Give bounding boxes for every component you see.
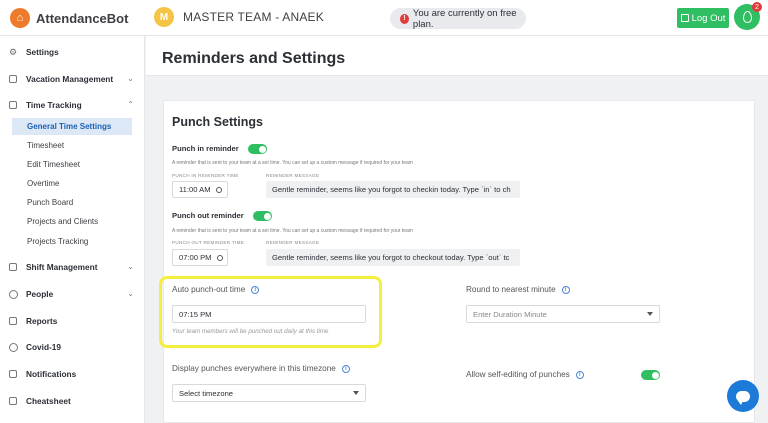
sidebar-item-label: People [26, 289, 54, 299]
info-icon[interactable]: i [561, 285, 570, 294]
notification-badge: 2 [752, 2, 762, 12]
punch-in-time-value: 11:00 AM [179, 185, 211, 194]
sidebar-item-label: Covid-19 [26, 342, 62, 352]
self-edit-label-text: Allow self-editing of punches [466, 370, 570, 379]
sidebar-subitem-overtime[interactable]: Overtime [12, 175, 132, 192]
top-bar: ⌂ AttendanceBot M MASTER TEAM - ANAEK ! … [0, 0, 768, 36]
punch-in-help: A reminder that is sent to your team at … [172, 160, 413, 166]
notifications-button[interactable]: 2 [734, 2, 762, 30]
sidebar-item-shift[interactable]: Shift Management ⌄ [8, 259, 138, 275]
sidebar-subitem-general-time-settings[interactable]: General Time Settings [12, 118, 132, 135]
sidebar-item-notifications[interactable]: Notifications [8, 366, 138, 382]
punch-out-time-caption: PUNCH OUT REMINDER TIME [172, 240, 245, 245]
sidebar-item-settings[interactable]: ⚙ Settings [8, 44, 138, 60]
sidebar-item-label: Cheatsheet [26, 396, 71, 406]
book-icon [8, 396, 18, 406]
chevron-down-icon: ⌄ [127, 74, 134, 83]
punch-in-time-caption: PUNCH IN REMINDER TIME [172, 173, 239, 178]
section-title: Punch Settings [172, 115, 263, 129]
page-title: Reminders and Settings [162, 50, 346, 67]
suitcase-icon [8, 74, 18, 84]
clock-icon [215, 186, 222, 193]
caret-down-icon [353, 391, 359, 395]
sidebar-subitem-edit-timesheet[interactable]: Edit Timesheet [12, 156, 132, 173]
self-edit-toggle[interactable] [641, 370, 660, 380]
chevron-up-icon: ⌃ [127, 100, 134, 109]
punch-out-time-input[interactable]: 07:00 PM [172, 249, 228, 266]
timezone-value: Select timezone [179, 388, 234, 398]
alert-icon: ! [400, 13, 409, 24]
calendar-icon [8, 100, 18, 110]
punch-out-help: A reminder that is sent to your team at … [172, 228, 413, 234]
punch-out-label: Punch out reminder [172, 211, 244, 220]
chevron-down-icon: ⌄ [127, 289, 134, 298]
punch-in-message-caption: REMINDER MESSAGE [266, 173, 320, 178]
gear-icon: ⚙ [8, 46, 18, 57]
sidebar-item-time-tracking[interactable]: Time Tracking ⌃ [8, 97, 138, 113]
round-minute-placeholder: Enter Duration Minute [473, 309, 547, 319]
team-name: MASTER TEAM - ANAEK [183, 10, 324, 24]
sidebar-item-label: Notifications [26, 369, 77, 379]
shift-icon [8, 262, 18, 272]
sidebar-subitem-projects-tracking[interactable]: Projects Tracking [12, 233, 132, 250]
punch-out-toggle[interactable] [253, 211, 272, 221]
round-minute-label-text: Round to nearest minute [466, 285, 556, 294]
sidebar-item-label: Settings [26, 47, 59, 57]
punch-out-message-input[interactable]: Gentle reminder, seems like you forgot t… [266, 249, 520, 266]
chevron-down-icon: ⌄ [127, 262, 134, 271]
sidebar-item-label: Shift Management [26, 262, 98, 272]
punch-out-time-value: 07:00 PM [179, 253, 212, 262]
sidebar-item-label: Reports [26, 316, 58, 326]
timezone-select[interactable]: Select timezone [172, 384, 366, 402]
sidebar: ⚙ Settings Vacation Management ⌄ Time Tr… [0, 36, 145, 423]
reports-icon [8, 316, 18, 326]
caret-down-icon [647, 312, 653, 316]
sidebar-item-label: Time Tracking [26, 100, 82, 110]
people-icon [8, 289, 18, 299]
sidebar-item-label: Vacation Management [26, 74, 114, 84]
house-icon: ⌂ [10, 8, 30, 28]
punch-in-message-input[interactable]: Gentle reminder, seems like you forgot t… [266, 181, 520, 198]
clock-icon [216, 254, 223, 261]
brand[interactable]: ⌂ AttendanceBot [10, 8, 128, 28]
round-minute-label: Round to nearest minute i [466, 285, 570, 294]
sidebar-item-cheatsheet[interactable]: Cheatsheet [8, 393, 138, 409]
logout-icon [680, 14, 689, 22]
page-header: Reminders and Settings [146, 36, 768, 76]
logout-button[interactable]: Log Out [677, 8, 729, 28]
logout-label: Log Out [691, 12, 726, 24]
team-avatar: M [154, 7, 174, 27]
virus-icon [8, 342, 18, 352]
punch-in-label: Punch in reminder [172, 144, 239, 153]
timezone-label: Display punches everywhere in this timez… [172, 364, 350, 373]
self-edit-label: Allow self-editing of punches i [466, 370, 584, 379]
punch-out-message-caption: REMINDER MESSAGE [266, 240, 320, 245]
plan-notice[interactable]: ! You are currently on free plan. [390, 7, 526, 30]
sidebar-item-people[interactable]: People ⌄ [8, 286, 138, 302]
plan-notice-text: You are currently on free plan. [412, 7, 517, 30]
punch-in-time-input[interactable]: 11:00 AM [172, 181, 228, 198]
sidebar-subitem-projects-clients[interactable]: Projects and Clients [12, 213, 132, 230]
punch-in-toggle[interactable] [248, 144, 267, 154]
timezone-label-text: Display punches everywhere in this timez… [172, 364, 336, 373]
brand-name: AttendanceBot [36, 10, 129, 26]
sidebar-item-reports[interactable]: Reports [8, 313, 138, 329]
info-icon[interactable]: i [575, 370, 584, 379]
team-switcher[interactable]: M MASTER TEAM - ANAEK [154, 7, 324, 27]
highlight-box [159, 276, 382, 348]
round-minute-select[interactable]: Enter Duration Minute [466, 305, 660, 323]
info-icon[interactable]: i [341, 364, 350, 373]
sidebar-subitem-timesheet[interactable]: Timesheet [12, 137, 132, 154]
chat-button[interactable] [727, 380, 759, 412]
sidebar-subitem-punch-board[interactable]: Punch Board [12, 194, 132, 211]
megaphone-icon [8, 369, 18, 379]
chat-icon [736, 390, 750, 405]
sidebar-item-vacation[interactable]: Vacation Management ⌄ [8, 71, 138, 87]
drop-icon [742, 11, 752, 23]
sidebar-item-covid[interactable]: Covid-19 [8, 339, 138, 355]
